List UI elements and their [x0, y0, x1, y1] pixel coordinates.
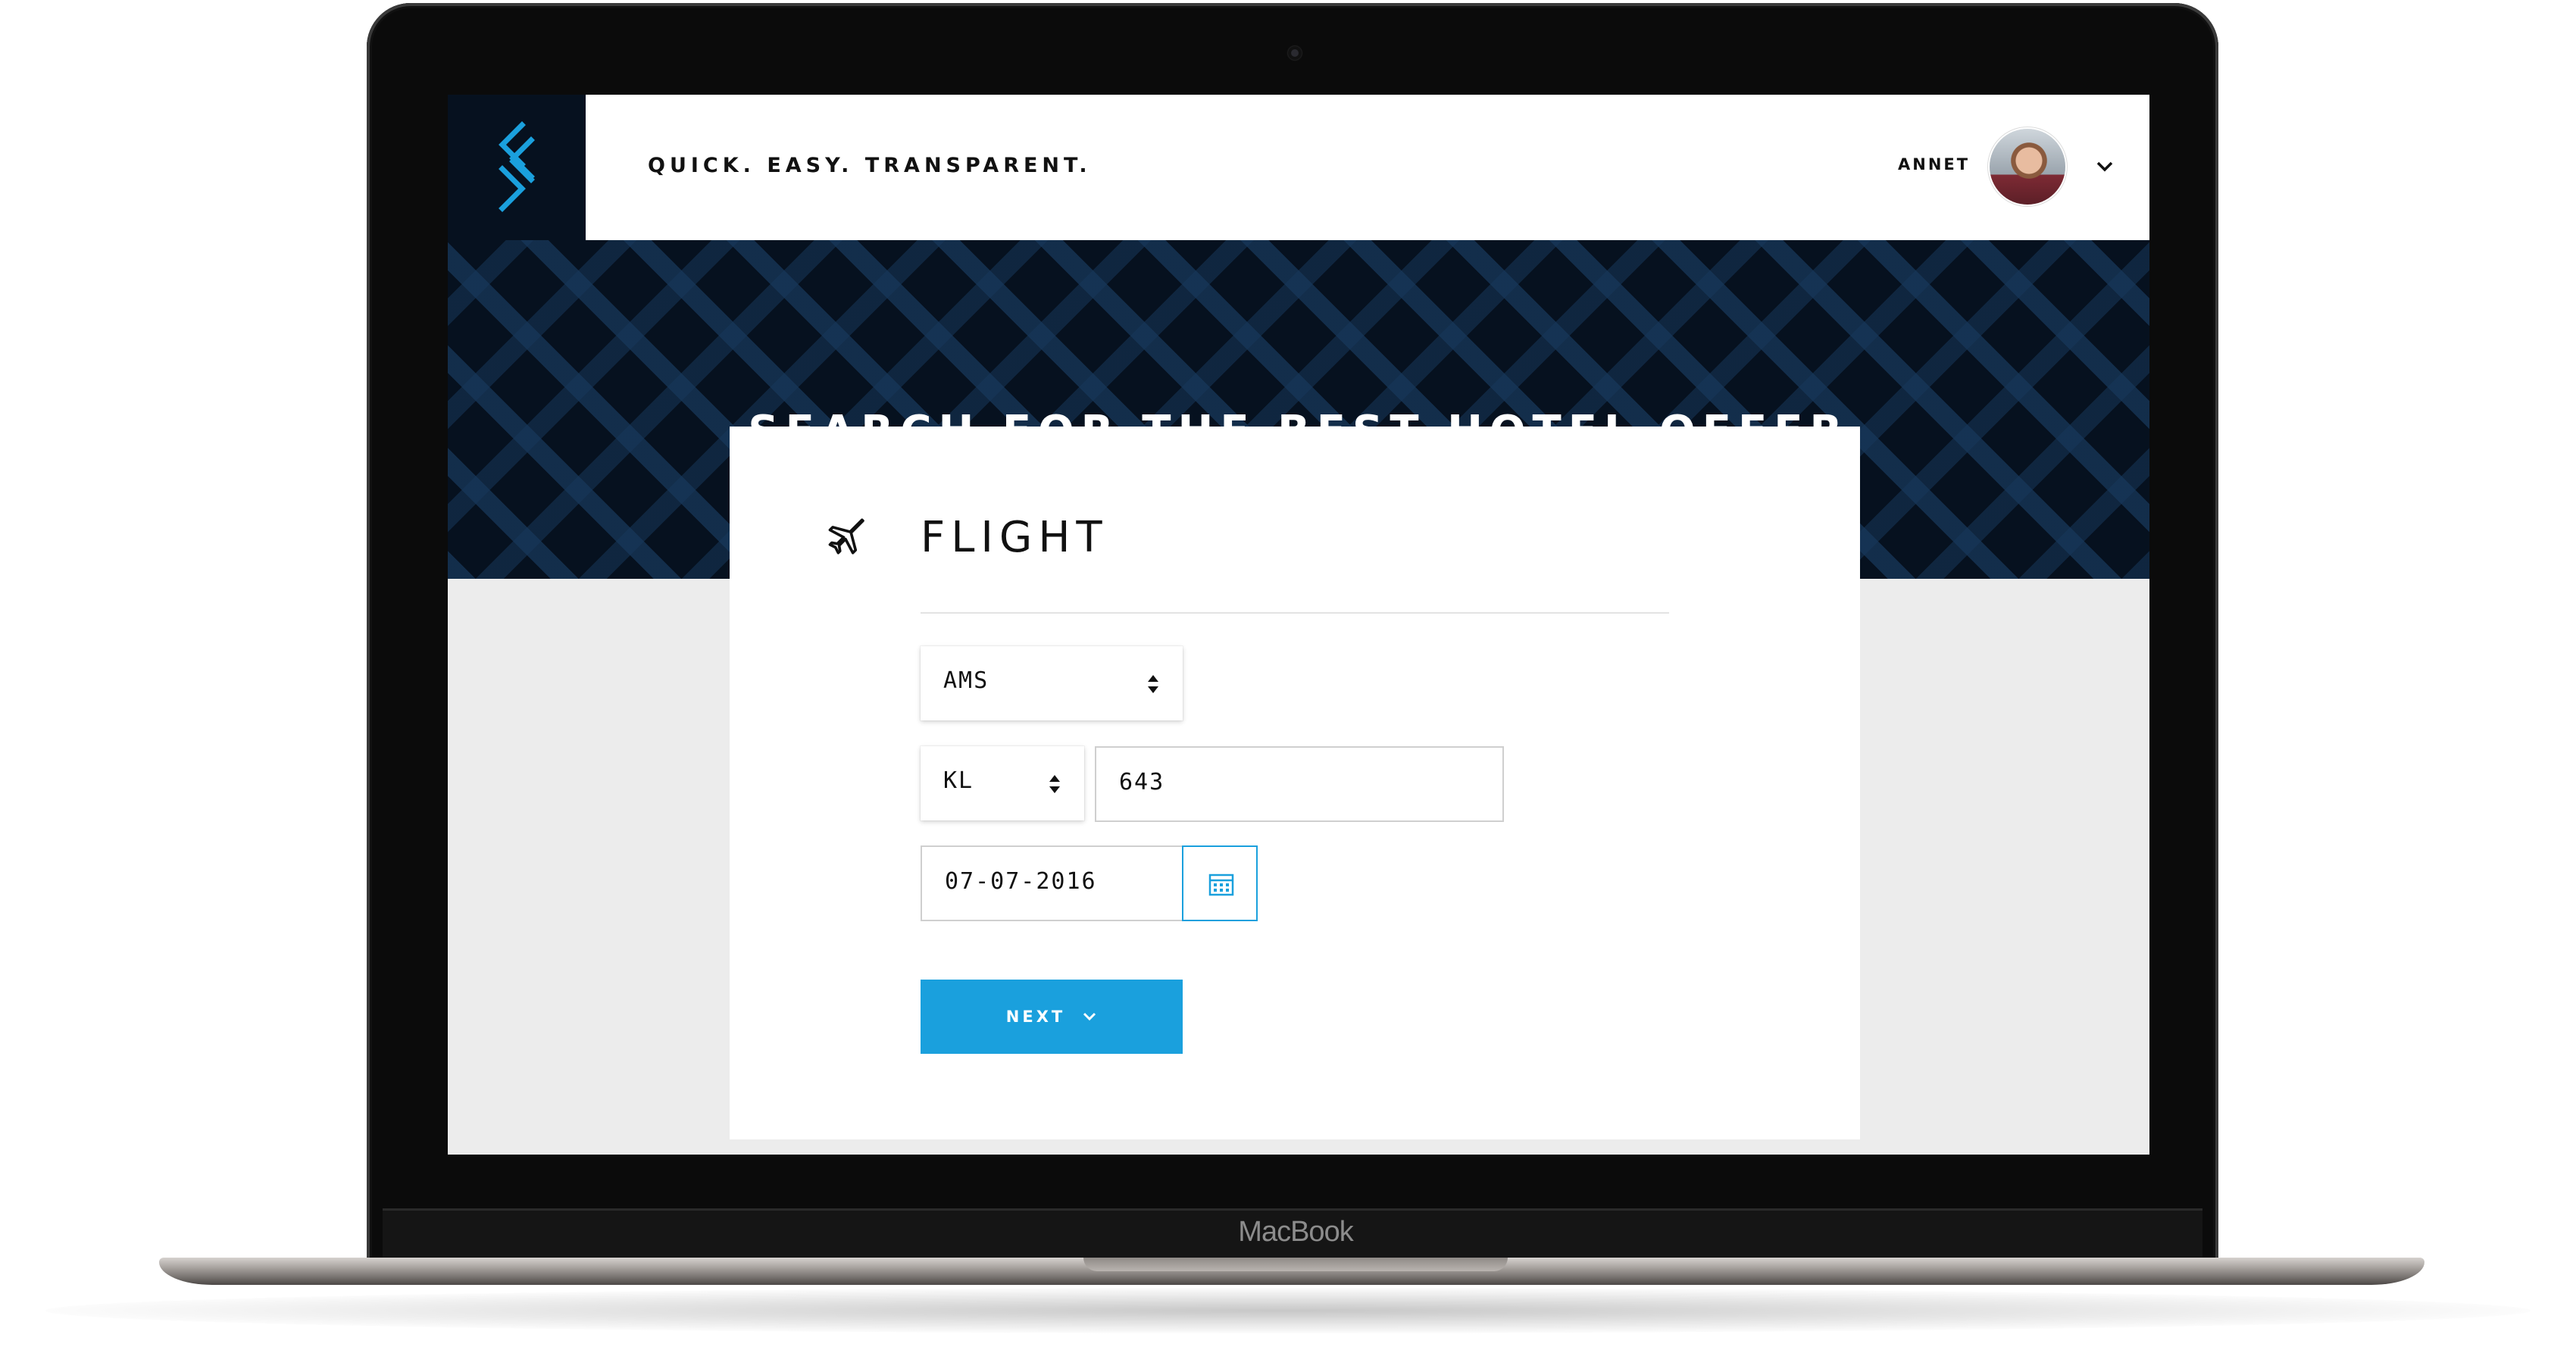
flight-date-value: 07-07-2016 — [945, 868, 1097, 895]
device-brand: MacBook — [1238, 1216, 1353, 1248]
calendar-icon — [1208, 874, 1234, 896]
divider — [921, 612, 1669, 614]
user-name[interactable]: ANNET — [1898, 155, 1970, 173]
top-bar: QUICK. EASY. TRANSPARENT. ANNET — [586, 95, 2149, 240]
calendar-button[interactable] — [1182, 845, 1258, 921]
camera-icon — [1288, 46, 1302, 60]
flight-number-input[interactable]: 643 — [1095, 746, 1504, 822]
flight-number-value: 643 — [1119, 769, 1165, 795]
airplane-icon — [828, 518, 864, 555]
tagline: QUICK. EASY. TRANSPARENT. — [648, 154, 1092, 177]
brand-logo[interactable] — [448, 95, 586, 240]
chevron-down-icon[interactable] — [2093, 155, 2116, 178]
avatar[interactable] — [1990, 129, 2065, 205]
laptop-shadow — [45, 1288, 2531, 1333]
screen: QUICK. EASY. TRANSPARENT. ANNET SEARCH F… — [448, 95, 2149, 1155]
airline-select[interactable]: KL — [921, 746, 1084, 820]
sort-arrows-icon — [1049, 775, 1060, 793]
brand-chevrons-logo-icon — [499, 121, 535, 212]
next-button[interactable]: NEXT — [921, 980, 1183, 1054]
flight-date-input[interactable]: 07-07-2016 — [921, 845, 1183, 921]
departure-airport-select[interactable]: AMS — [921, 646, 1183, 720]
next-button-label: NEXT — [1005, 1008, 1066, 1026]
sort-arrows-icon — [1148, 675, 1158, 693]
laptop-notch — [1083, 1258, 1508, 1271]
chevron-down-icon — [1083, 1012, 1096, 1021]
flight-form-card: FLIGHT AMS KL 643 07-07-2016 NEXT — [730, 427, 1860, 1139]
airport-select-value: AMS — [943, 667, 989, 694]
section-title: FLIGHT — [921, 513, 1108, 562]
airline-select-value: KL — [943, 767, 974, 794]
